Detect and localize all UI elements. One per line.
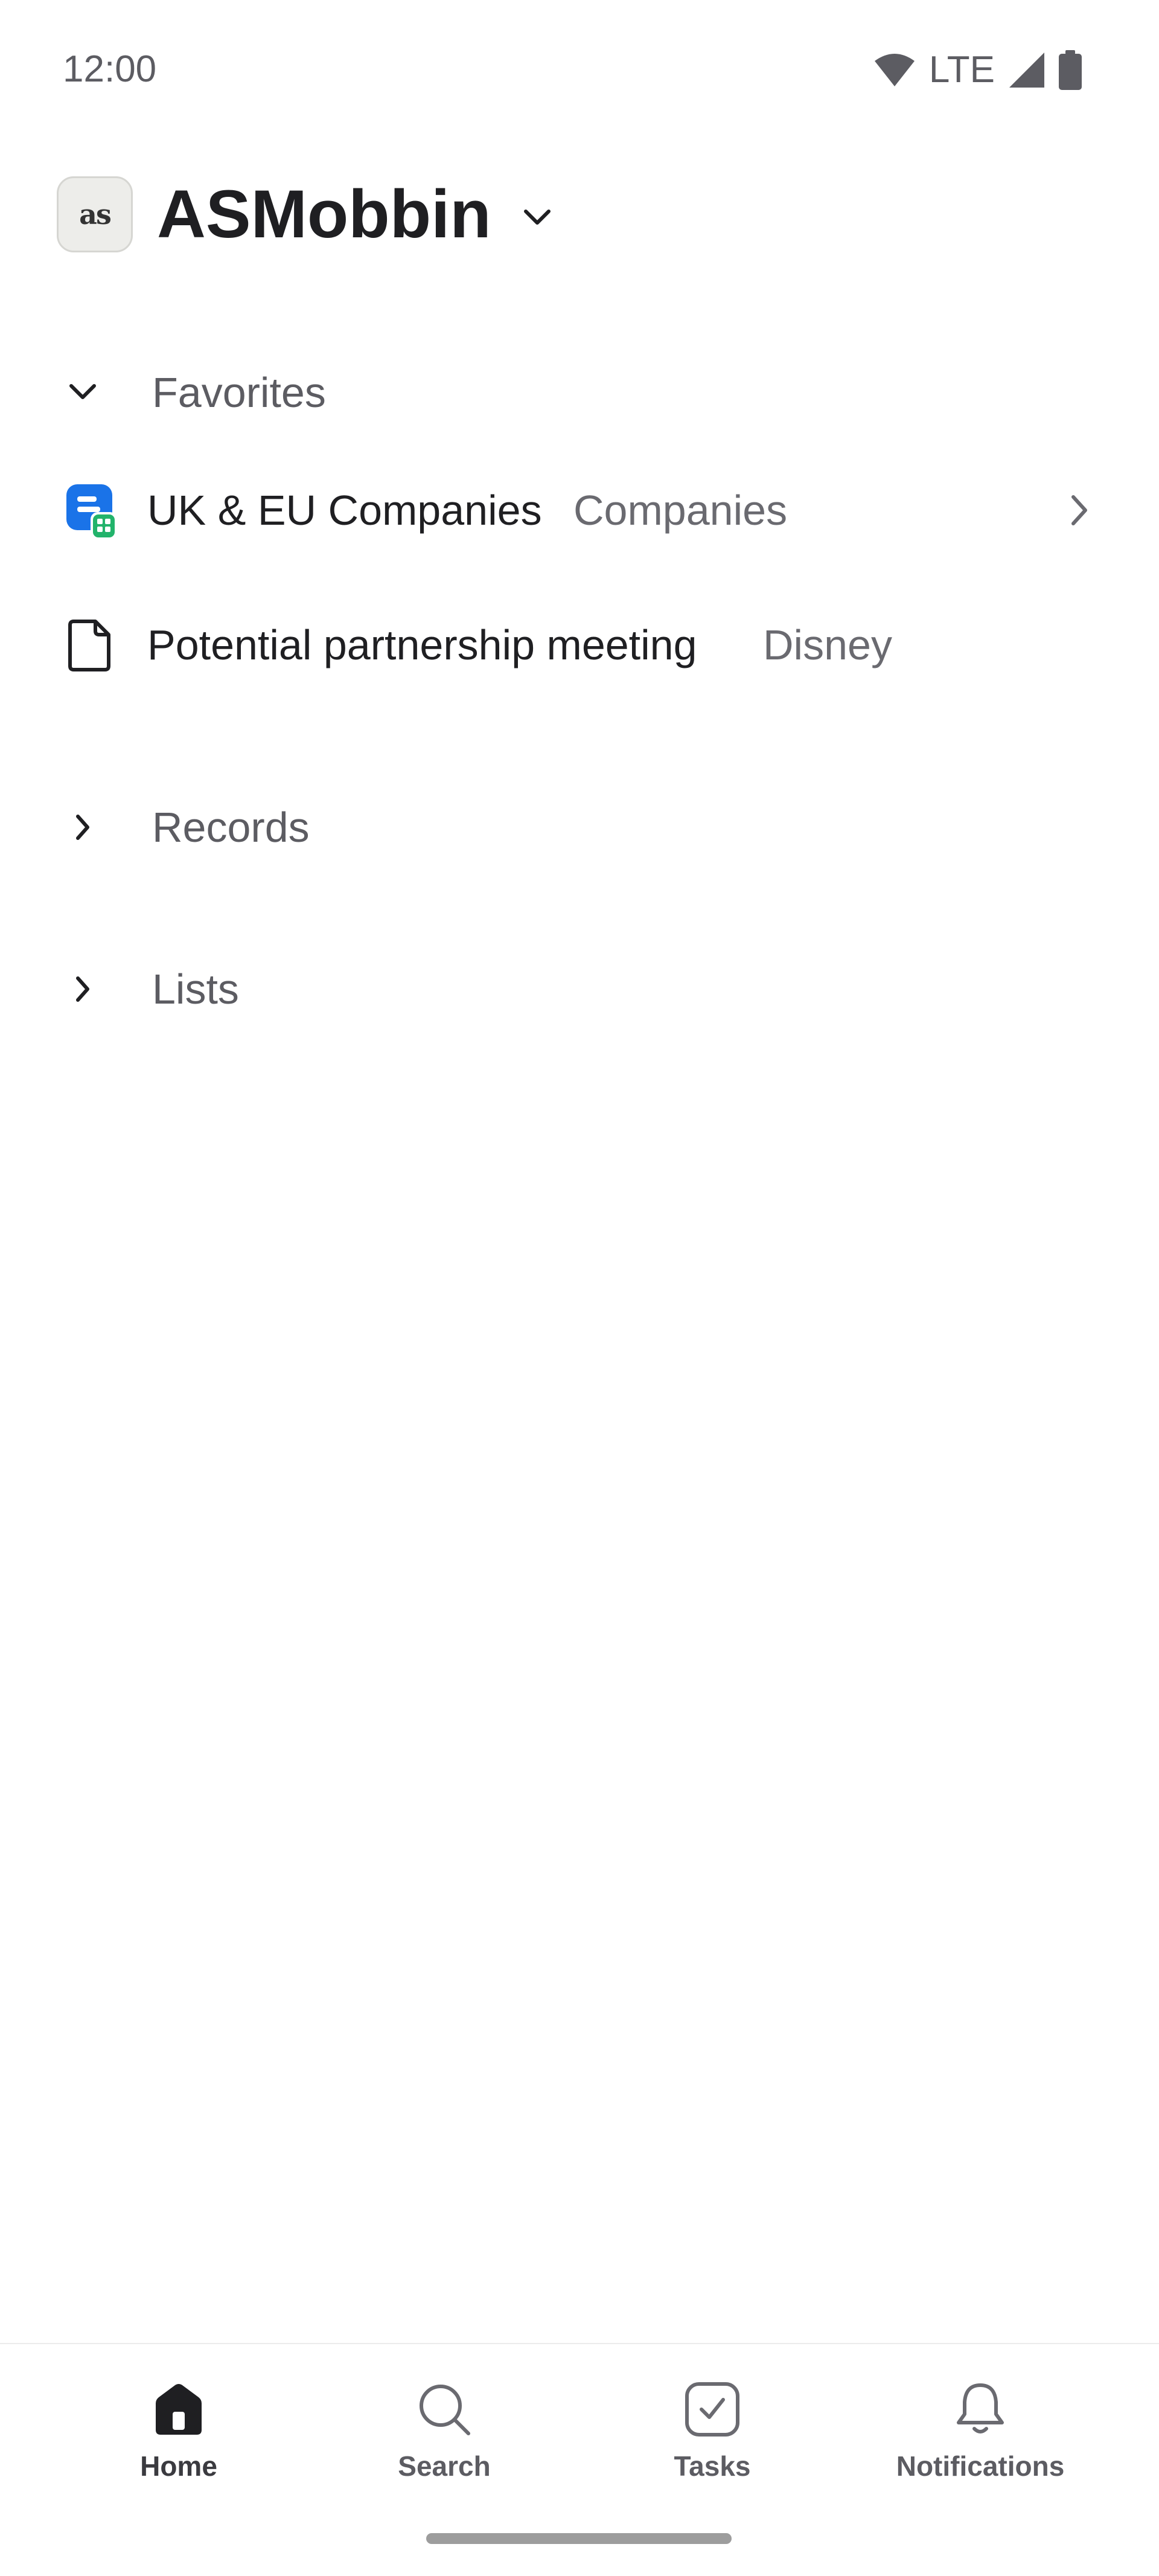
favorites-section-toggle[interactable]: Favorites: [68, 365, 326, 420]
status-bar: 12:00 LTE: [0, 0, 1159, 143]
home-icon: [156, 2384, 202, 2435]
workspace-avatar: as: [57, 176, 133, 252]
cell-signal-icon: [1009, 53, 1044, 88]
home-indicator[interactable]: [426, 2533, 732, 2544]
workspace-switcher[interactable]: as ASMobbin: [57, 175, 552, 254]
network-type: LTE: [928, 49, 995, 91]
note-icon: [68, 620, 110, 671]
status-time: 12:00: [63, 48, 157, 90]
companies-list-icon: [66, 484, 117, 540]
nav-tasks-label: Tasks: [674, 2450, 751, 2482]
workspace-name: ASMobbin: [157, 176, 491, 252]
workspace-avatar-text: as: [79, 198, 112, 231]
favorite-item-title: UK & EU Companies: [147, 487, 542, 534]
status-icons: LTE: [873, 47, 1082, 93]
chevron-right-icon: [76, 976, 89, 1002]
chevron-down-icon: [69, 384, 96, 399]
nav-tasks[interactable]: Tasks: [580, 2380, 845, 2525]
chevron-right-icon: [1071, 495, 1087, 525]
favorite-item-subtitle: Companies: [573, 487, 788, 534]
lists-label: Lists: [152, 966, 239, 1013]
wifi-icon: [874, 54, 915, 86]
battery-icon: [1059, 50, 1082, 90]
search-icon: [420, 2385, 470, 2435]
favorite-item-uk-eu-companies[interactable]: UK & EU Companies Companies: [0, 465, 1159, 556]
favorite-item-title: Potential partnership meeting: [147, 621, 697, 668]
nav-search[interactable]: Search: [311, 2380, 577, 2525]
home-screen: 12:00 LTE as ASMobbin Favorites UK & EU …: [0, 0, 1159, 2576]
tasks-icon: [685, 2382, 739, 2437]
favorite-item-subtitle: Disney: [763, 621, 892, 668]
nav-search-label: Search: [398, 2450, 491, 2482]
records-section-toggle[interactable]: Records: [68, 800, 310, 854]
chevron-right-icon: [76, 815, 89, 840]
nav-home-label: Home: [140, 2450, 217, 2482]
records-label: Records: [152, 804, 310, 851]
favorite-item-potential-partnership-meeting[interactable]: Potential partnership meeting Disney: [0, 600, 1159, 690]
nav-notifications-label: Notifications: [896, 2450, 1065, 2482]
bell-icon: [957, 2383, 1004, 2433]
chevron-down-icon: [523, 210, 551, 225]
nav-home[interactable]: Home: [46, 2380, 311, 2525]
nav-notifications[interactable]: Notifications: [848, 2380, 1113, 2525]
lists-section-toggle[interactable]: Lists: [68, 962, 239, 1016]
favorites-label: Favorites: [152, 369, 326, 416]
